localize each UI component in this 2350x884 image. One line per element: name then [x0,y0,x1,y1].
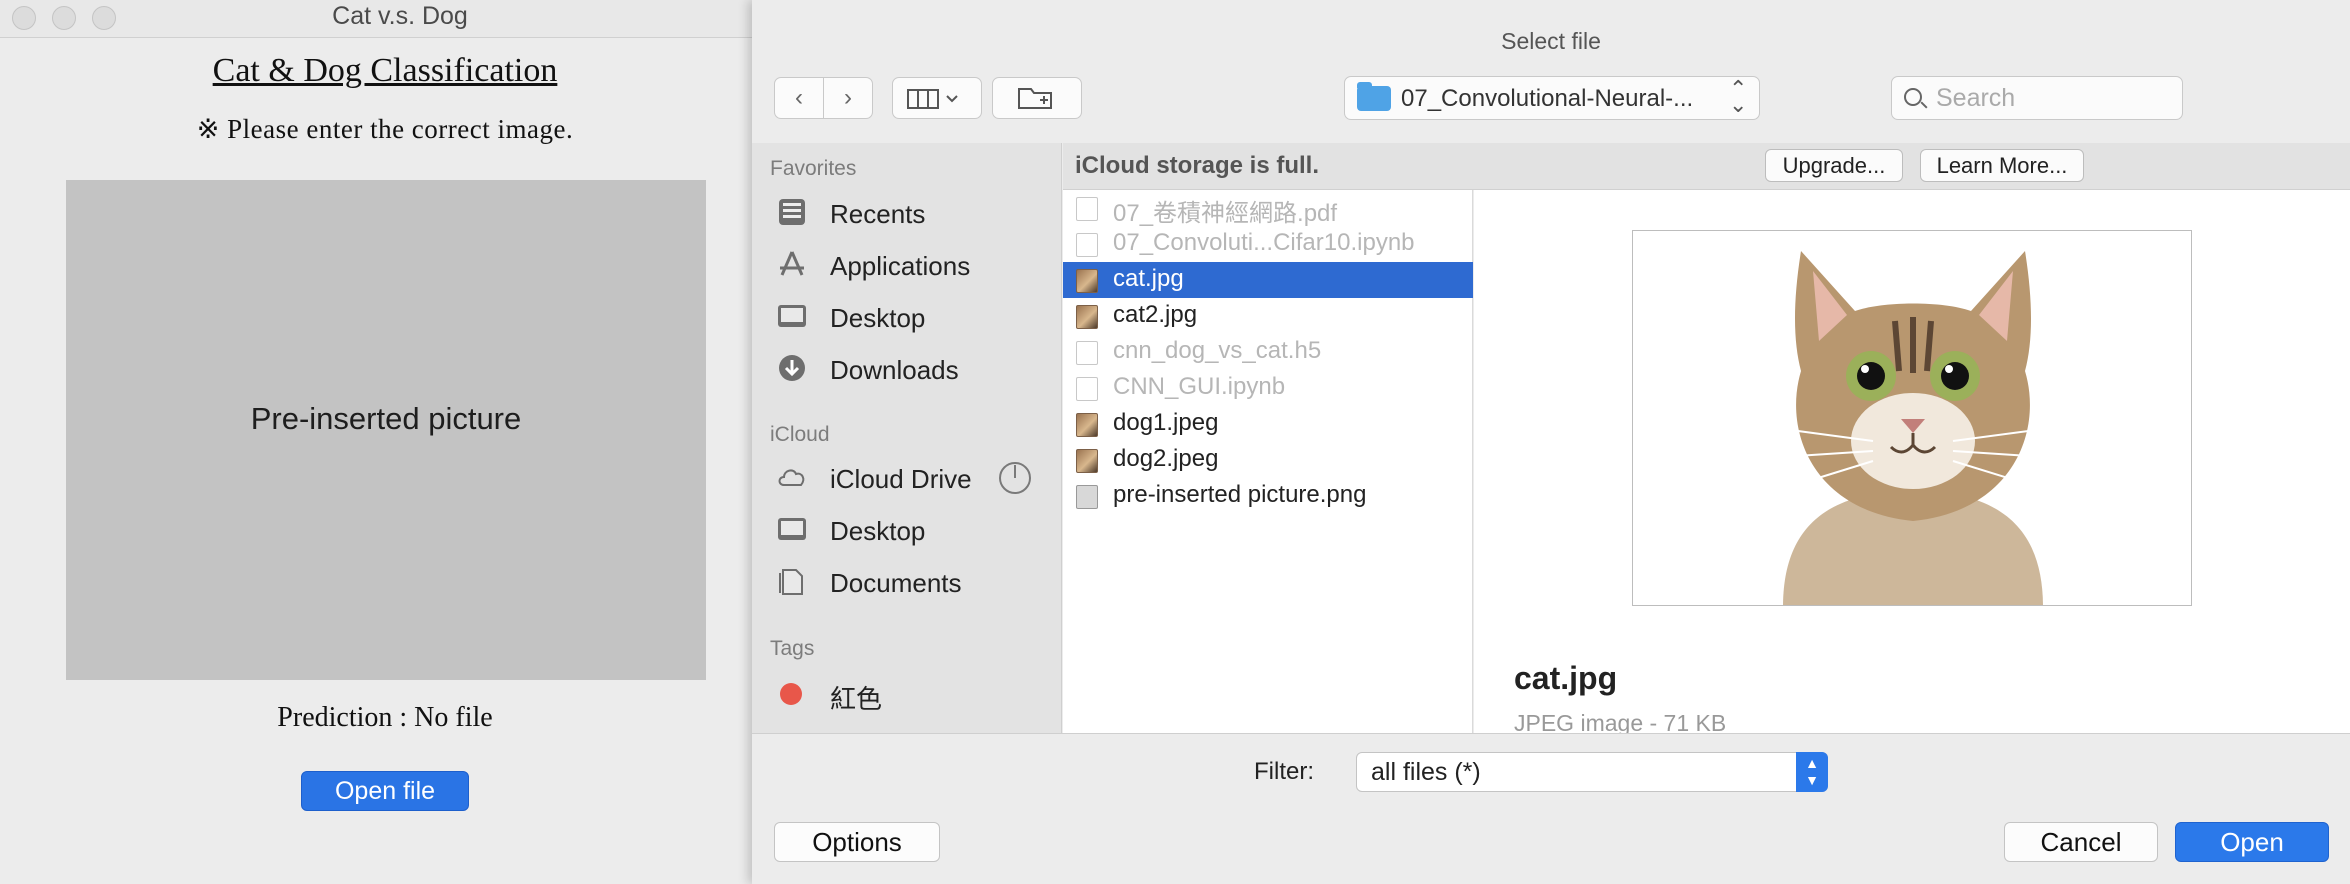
sidebar-item-applications[interactable]: Applications [776,245,1056,285]
sidebar-item-label: Downloads [830,355,959,385]
location-popup[interactable]: 07_Convolutional-Neural-... ⌃ ⌄ [1344,76,1760,120]
image-thumbnail-icon [1076,269,1098,293]
open-file-button[interactable]: Open file [301,771,469,811]
cat-photo [1633,231,2191,605]
desktop-icon [778,518,806,540]
sidebar-item-label: Desktop [830,516,926,546]
file-row[interactable]: dog1.jpeg [1063,406,1473,442]
preview-file-name: cat.jpg [1514,660,1618,696]
file-name: 07_卷積神經網路.pdf [1113,200,1338,227]
new-folder-icon [1018,88,1052,109]
filter-value: all files (*) [1371,758,1481,786]
view-mode-button[interactable] [892,77,982,119]
downloads-icon [779,355,805,381]
sidebar: Favorites Recents Applications Desktop D… [752,143,1062,733]
file-name: CNN_GUI.ipynb [1113,373,1286,400]
file-name: cat2.jpg [1113,301,1198,328]
sidebar-item-tag-red[interactable]: 紅色 [776,673,1056,714]
documents-icon [779,569,803,595]
location-label: 07_Convolutional-Neural-... [1401,85,1694,112]
tags-header: Tags [770,637,815,660]
sidebar-item-recents[interactable]: Recents [776,193,1056,233]
forward-button[interactable]: › [823,77,873,119]
file-name: cnn_dog_vs_cat.h5 [1113,337,1322,364]
sidebar-item-label: Recents [830,199,926,229]
file-row[interactable]: dog2.jpeg [1063,442,1473,478]
icloud-banner: iCloud storage is full. Upgrade... Learn… [1063,143,2350,190]
file-name: cat.jpg [1113,265,1184,292]
folder-icon [1357,82,1391,111]
learn-more-button[interactable]: Learn More... [1920,149,2084,182]
options-button[interactable]: Options [774,822,940,862]
file-row[interactable]: cnn_dog_vs_cat.h5 [1063,334,1473,370]
favorites-header: Favorites [770,157,857,180]
file-name: dog2.jpeg [1113,445,1219,472]
file-row[interactable]: 07_卷積神經網路.pdf [1063,190,1473,227]
sidebar-item-label: Applications [830,251,971,281]
upgrade-button[interactable]: Upgrade... [1765,149,1903,182]
file-row[interactable]: pre-inserted picture.png [1063,478,1473,514]
pdf-file-icon [1076,197,1098,221]
app-notice: ※ Please enter the correct image. [196,114,574,144]
column-view-icon [907,89,958,109]
sidebar-item-label: iCloud Drive [830,464,972,494]
image-thumbnail-icon [1076,485,1098,509]
document-file-icon [1076,377,1098,401]
app-window: Cat v.s. Dog Cat & Dog Classification ※ … [0,0,760,884]
search-input[interactable] [1936,84,2166,112]
preview-image [1632,230,2192,606]
sidebar-item-label: 紅色 [830,684,883,714]
recents-icon [779,199,805,225]
sidebar-item-label: Documents [830,568,962,598]
banner-text: iCloud storage is full. [1075,152,1320,179]
file-row[interactable]: cat2.jpg [1063,298,1473,334]
app-window-title: Cat v.s. Dog [332,2,468,30]
search-box[interactable] [1891,76,2183,120]
sidebar-item-icloud-drive[interactable]: iCloud Drive [776,458,1056,498]
image-thumbnail-icon [1076,413,1098,437]
preview-pane: cat.jpg JPEG image - 71 KB [1474,190,2350,736]
icloud-icon [778,469,805,486]
image-thumbnail-icon [1076,305,1098,329]
file-name: 07_Convoluti...Cifar10.ipynb [1113,229,1415,256]
prediction-label: Prediction : No file [277,702,493,733]
chevron-left-icon: ‹ [795,84,803,111]
dialog-title: Select file [1501,28,1601,54]
document-file-icon [1076,233,1098,257]
app-titlebar: Cat v.s. Dog [0,0,760,38]
sidebar-item-desktop[interactable]: Desktop [776,297,1056,337]
dialog-footer: Filter: all files (*) ▲ ▼ Options Cancel … [752,733,2350,884]
tag-color-dot [780,683,802,705]
image-thumbnail-icon [1076,449,1098,473]
sidebar-item-icloud-desktop[interactable]: Desktop [776,510,1056,550]
app-heading: Cat & Dog Classification [212,52,558,89]
file-name: dog1.jpeg [1113,409,1219,436]
file-row[interactable]: 07_Convoluti...Cifar10.ipynb [1063,226,1473,262]
back-button[interactable]: ‹ [774,77,824,119]
filter-select[interactable]: all files (*) ▲ ▼ [1356,752,1828,792]
image-placeholder: Pre-inserted picture [66,180,706,680]
chevron-updown-icon: ▲ ▼ [1796,752,1828,792]
file-list: 07_卷積神經網路.pdf 07_Convoluti...Cifar10.ipy… [1063,190,1473,733]
chevron-updown-icon: ⌃ ⌄ [1729,76,1748,117]
file-name: pre-inserted picture.png [1113,481,1367,508]
select-file-dialog: Select file ‹ › 07_Convolutional-Neural-… [752,0,2350,884]
document-file-icon [1076,341,1098,365]
sidebar-item-documents[interactable]: Documents [776,562,1056,602]
storage-progress-icon [999,462,1031,494]
icloud-header: iCloud [770,423,830,446]
sidebar-item-downloads[interactable]: Downloads [776,349,1056,389]
cancel-button[interactable]: Cancel [2004,822,2158,862]
filter-label: Filter: [1254,758,1314,785]
chevron-right-icon: › [844,84,852,111]
placeholder-text: Pre-inserted picture [250,401,522,436]
sidebar-item-label: Desktop [830,303,926,333]
file-row-selected[interactable]: cat.jpg [1063,262,1473,298]
search-icon [1904,88,1922,106]
new-folder-button[interactable] [992,77,1082,119]
open-button[interactable]: Open [2175,822,2329,862]
desktop-icon [778,305,806,327]
file-row[interactable]: CNN_GUI.ipynb [1063,370,1473,406]
applications-icon [780,251,804,276]
